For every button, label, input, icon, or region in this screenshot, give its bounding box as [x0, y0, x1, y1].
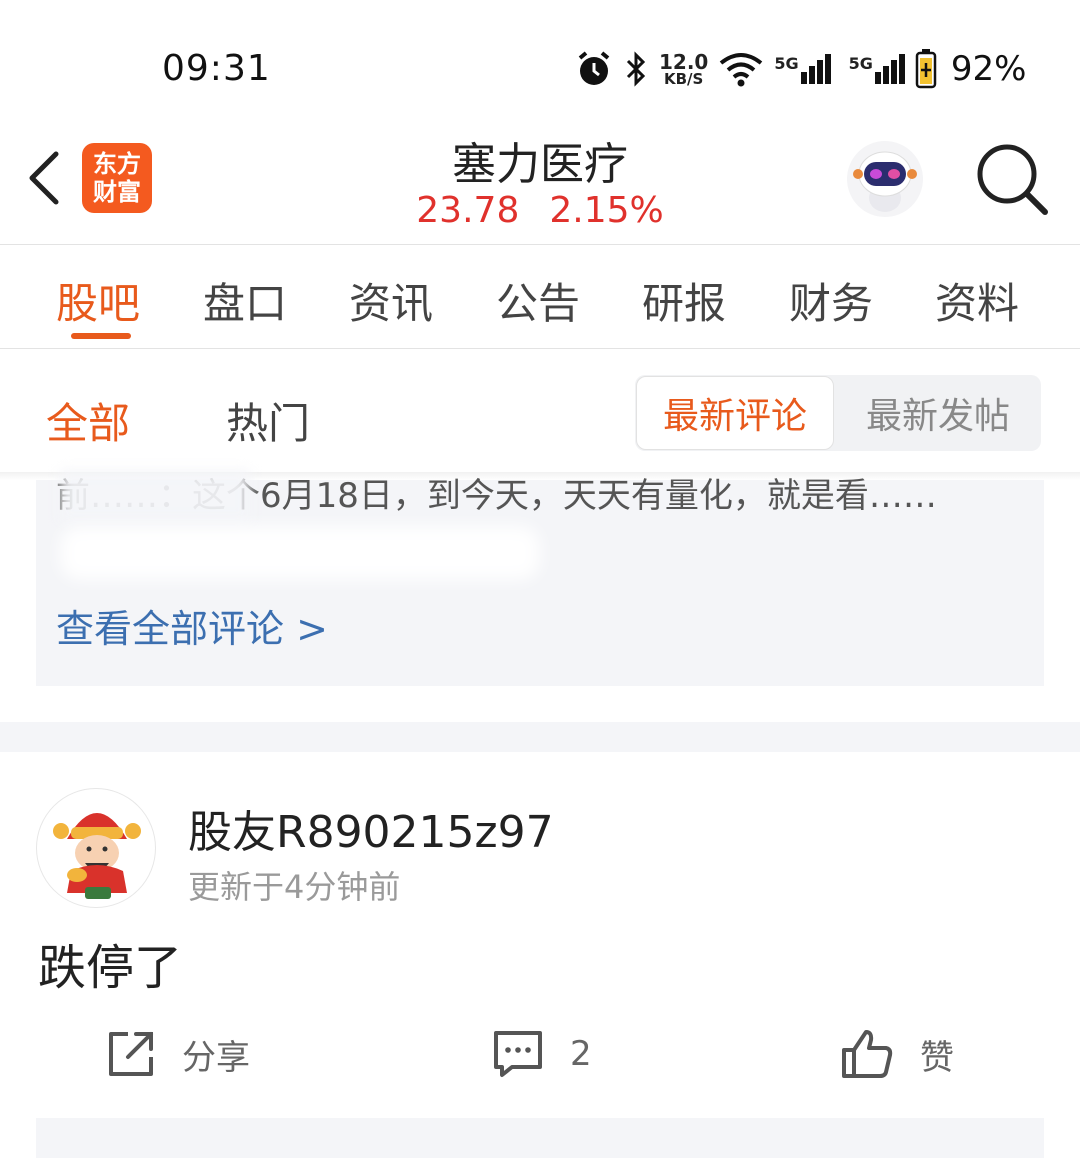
tabs-divider	[0, 348, 1080, 349]
status-icons: 12.0 KB/S 5G 5G 92%	[575, 44, 1026, 94]
section-gap	[0, 722, 1080, 752]
view-all-comments-link[interactable]: 查看全部评论 >	[56, 598, 328, 653]
comment-button[interactable]: 2	[492, 1024, 592, 1084]
post-timestamp: 更新于4分钟前	[188, 868, 401, 906]
post-username[interactable]: 股友R890215z97	[188, 796, 554, 860]
tab-research[interactable]: 研报	[642, 270, 726, 331]
sort-latest-comment[interactable]: 最新评论	[636, 376, 834, 450]
redaction-blur	[60, 526, 540, 580]
stock-change: 2.15%	[549, 190, 664, 231]
tab-finance[interactable]: 财务	[789, 270, 873, 331]
thumbs-up-icon	[842, 1030, 893, 1078]
bluetooth-icon	[626, 51, 646, 87]
caishen-avatar-icon	[53, 813, 141, 899]
battery-icon	[915, 49, 937, 89]
active-tab-indicator	[71, 333, 131, 339]
header-divider	[0, 244, 1080, 245]
battery-level: 92%	[950, 49, 1027, 89]
signal-icon-2: 5G	[849, 54, 905, 84]
post-content[interactable]: 跌停了	[38, 928, 182, 998]
comment-icon	[494, 1031, 542, 1077]
signal-icon-1: 5G	[774, 54, 831, 84]
next-post-card	[36, 1118, 1044, 1158]
sort-latest-post[interactable]: 最新发帖	[836, 376, 1040, 450]
share-button[interactable]: 分享	[106, 1024, 250, 1084]
filter-all[interactable]: 全部	[46, 390, 130, 451]
clock: 09:31	[162, 48, 271, 89]
alarm-icon	[578, 51, 610, 85]
tab-profile[interactable]: 资料	[935, 270, 1019, 331]
comment-count: 2	[570, 1034, 592, 1074]
tab-news[interactable]: 资讯	[349, 270, 433, 331]
avatar[interactable]	[36, 788, 156, 908]
tab-announcements[interactable]: 公告	[496, 270, 580, 331]
share-icon	[109, 1032, 153, 1076]
redaction-blur	[60, 470, 250, 522]
stock-price: 23.78	[416, 190, 520, 231]
wifi-icon	[720, 53, 763, 87]
like-label: 赞	[920, 1037, 954, 1078]
assistant-robot-icon[interactable]	[846, 140, 924, 218]
filter-hot[interactable]: 热门	[226, 390, 310, 451]
share-label: 分享	[182, 1037, 250, 1078]
tab-pankou[interactable]: 盘口	[203, 270, 287, 331]
status-bar: 09:31 12.0 KB/S 5G 5G 92%	[0, 0, 1080, 120]
net-speed: 12.0 KB/S	[659, 49, 709, 88]
tab-guba[interactable]: 股吧	[56, 270, 140, 331]
like-button[interactable]: 赞	[840, 1024, 954, 1084]
search-icon[interactable]	[975, 142, 1049, 216]
